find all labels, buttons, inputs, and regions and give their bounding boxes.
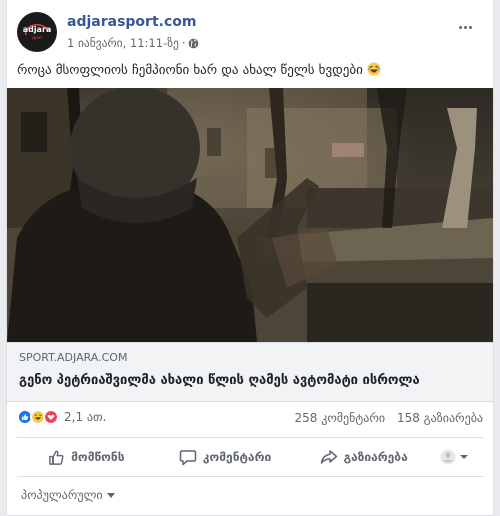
post-text: როცა მსოფლიოს ჩემპიონი ხარ და ახალ წელს … <box>17 62 483 78</box>
chevron-down-icon <box>106 492 115 498</box>
comment-bubble-icon <box>179 449 197 465</box>
share-button[interactable]: გაზიარება <box>294 441 433 473</box>
link-preview[interactable]: SPORT.ADJARA.COM გენო პეტრიაშვილმა ახალი… <box>7 342 493 402</box>
globe-icon[interactable] <box>188 38 199 49</box>
post-meta: 1 იანვარი, 11:11-ზე · <box>67 36 199 50</box>
laughing-face-emoji-icon <box>367 62 381 76</box>
love-reaction-icon <box>43 409 59 425</box>
engagement-counts: 258 კომენტარი 158 გაზიარება <box>287 411 484 425</box>
meta-separator: · <box>181 36 186 50</box>
like-button-label: მომწონს <box>71 450 125 464</box>
photo-scene <box>7 88 493 342</box>
page-name-link[interactable]: adjarasport.com <box>67 14 196 30</box>
more-options-button[interactable] <box>459 14 479 29</box>
link-domain: SPORT.ADJARA.COM <box>19 351 128 364</box>
share-button-label: გაზიარება <box>343 450 408 464</box>
post-card: adjara sport adjarasport.com 1 იანვარი, … <box>6 0 494 516</box>
post-header: adjara sport adjarasport.com 1 იანვარი, … <box>17 12 483 56</box>
avatar-logo-text: adjara <box>22 25 52 34</box>
share-arrow-icon <box>320 450 337 464</box>
post-stats: 2,1 ათ. 258 კომენტარი 158 გაზიარება <box>17 406 483 430</box>
avatar-logo-sub: sport <box>31 35 43 40</box>
more-dot-icon <box>469 26 472 29</box>
profile-selector-icon <box>440 449 469 465</box>
reactions-summary[interactable]: 2,1 ათ. <box>17 409 106 425</box>
reaction-count[interactable]: 2,1 ათ. <box>64 410 106 424</box>
page-avatar[interactable]: adjara sport <box>17 12 57 52</box>
post-photo[interactable] <box>7 88 493 342</box>
like-button[interactable]: მომწონს <box>17 441 156 473</box>
reaction-profile-selector[interactable] <box>433 441 483 473</box>
sort-label: პოპულარული <box>21 488 103 502</box>
post-text-content: როცა მსოფლიოს ჩემპიონი ხარ და ახალ წელს … <box>17 63 363 78</box>
comments-count-link[interactable]: 258 კომენტარი <box>295 411 386 425</box>
shares-count-link[interactable]: 158 გაზიარება <box>397 411 483 425</box>
action-bar: მომწონს კომენტარი გაზიარება <box>17 437 483 477</box>
comment-button-label: კომენტარი <box>202 450 272 464</box>
comment-sort-dropdown[interactable]: პოპულარული <box>21 488 115 502</box>
more-dot-icon <box>464 26 467 29</box>
comment-button[interactable]: კომენტარი <box>156 441 295 473</box>
link-title[interactable]: გენო პეტრიაშვილმა ახალი წლის ღამეს ავტომ… <box>19 373 420 388</box>
post-timestamp[interactable]: 1 იანვარი, 11:11-ზე <box>67 36 179 50</box>
more-dot-icon <box>459 26 462 29</box>
thumbs-up-icon <box>49 450 64 465</box>
